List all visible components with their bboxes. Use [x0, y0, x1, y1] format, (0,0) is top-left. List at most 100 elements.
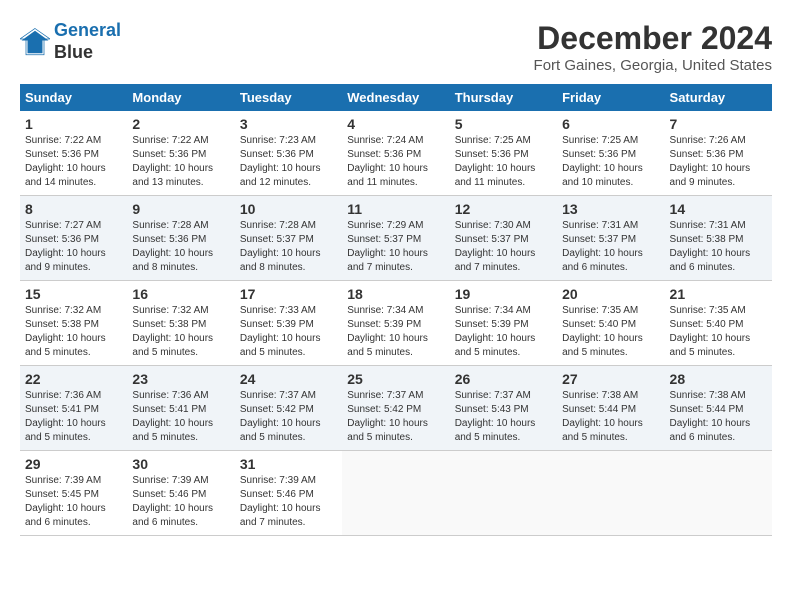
- column-header-wednesday: Wednesday: [342, 84, 449, 111]
- day-number: 18: [347, 286, 444, 302]
- calendar-cell: 29 Sunrise: 7:39 AM Sunset: 5:45 PM Dayli…: [20, 451, 127, 536]
- day-info: Sunrise: 7:36 AM Sunset: 5:41 PM Dayligh…: [25, 389, 122, 445]
- calendar-cell: 8 Sunrise: 7:27 AM Sunset: 5:36 PM Daylig…: [20, 196, 127, 281]
- day-number: 24: [240, 371, 337, 387]
- calendar-cell: 17 Sunrise: 7:33 AM Sunset: 5:39 PM Dayli…: [235, 281, 342, 366]
- day-number: 26: [455, 371, 552, 387]
- day-number: 19: [455, 286, 552, 302]
- calendar-cell: 7Sunrise: 7:26 AM Sunset: 5:36 PM Daylig…: [665, 111, 772, 196]
- day-info: Sunrise: 7:38 AM Sunset: 5:44 PM Dayligh…: [562, 389, 659, 445]
- calendar-cell: 30 Sunrise: 7:39 AM Sunset: 5:46 PM Dayli…: [127, 451, 234, 536]
- day-number: 15: [25, 286, 122, 302]
- logo-line1: General: [54, 20, 121, 40]
- calendar-cell: 23 Sunrise: 7:36 AM Sunset: 5:41 PM Dayli…: [127, 366, 234, 451]
- day-info: Sunrise: 7:31 AM Sunset: 5:38 PM Dayligh…: [670, 219, 767, 275]
- column-header-sunday: Sunday: [20, 84, 127, 111]
- calendar-cell: 2 Sunrise: 7:22 AM Sunset: 5:36 PM Daylig…: [127, 111, 234, 196]
- day-number: 9: [132, 201, 229, 217]
- day-info: Sunrise: 7:25 AM Sunset: 5:36 PM Dayligh…: [562, 134, 659, 190]
- day-info: Sunrise: 7:34 AM Sunset: 5:39 PM Dayligh…: [347, 304, 444, 360]
- main-title: December 2024: [534, 20, 772, 57]
- day-number: 17: [240, 286, 337, 302]
- calendar-cell: 4Sunrise: 7:24 AM Sunset: 5:36 PM Daylig…: [342, 111, 449, 196]
- calendar-cell: 5 Sunrise: 7:25 AM Sunset: 5:36 PM Daylig…: [450, 111, 557, 196]
- day-info: Sunrise: 7:37 AM Sunset: 5:42 PM Dayligh…: [240, 389, 337, 445]
- calendar-week-row: 15 Sunrise: 7:32 AM Sunset: 5:38 PM Dayli…: [20, 281, 772, 366]
- day-info: Sunrise: 7:39 AM Sunset: 5:46 PM Dayligh…: [132, 474, 229, 530]
- calendar-cell: 25 Sunrise: 7:37 AM Sunset: 5:42 PM Dayli…: [342, 366, 449, 451]
- calendar-cell: 6 Sunrise: 7:25 AM Sunset: 5:36 PM Daylig…: [557, 111, 664, 196]
- day-info: Sunrise: 7:28 AM Sunset: 5:36 PM Dayligh…: [132, 219, 229, 275]
- day-info: Sunrise: 7:38 AM Sunset: 5:44 PM Dayligh…: [670, 389, 767, 445]
- day-number: 10: [240, 201, 337, 217]
- day-info: Sunrise: 7:27 AM Sunset: 5:36 PM Dayligh…: [25, 219, 122, 275]
- calendar-cell: 15 Sunrise: 7:32 AM Sunset: 5:38 PM Dayli…: [20, 281, 127, 366]
- calendar-cell: 19 Sunrise: 7:34 AM Sunset: 5:39 PM Dayli…: [450, 281, 557, 366]
- calendar-cell: 11 Sunrise: 7:29 AM Sunset: 5:37 PM Dayli…: [342, 196, 449, 281]
- calendar-cell: [557, 451, 664, 536]
- day-number: 20: [562, 286, 659, 302]
- column-header-friday: Friday: [557, 84, 664, 111]
- day-number: 21: [670, 286, 767, 302]
- calendar-cell: 13 Sunrise: 7:31 AM Sunset: 5:37 PM Dayli…: [557, 196, 664, 281]
- calendar-week-row: 8 Sunrise: 7:27 AM Sunset: 5:36 PM Daylig…: [20, 196, 772, 281]
- column-header-monday: Monday: [127, 84, 234, 111]
- day-number: 23: [132, 371, 229, 387]
- day-number: 3: [240, 116, 337, 132]
- calendar-cell: 20 Sunrise: 7:35 AM Sunset: 5:40 PM Dayli…: [557, 281, 664, 366]
- calendar-cell: 16Sunrise: 7:32 AM Sunset: 5:38 PM Dayli…: [127, 281, 234, 366]
- day-info: Sunrise: 7:32 AM Sunset: 5:38 PM Dayligh…: [25, 304, 122, 360]
- day-number: 28: [670, 371, 767, 387]
- calendar-header-row: SundayMondayTuesdayWednesdayThursdayFrid…: [20, 84, 772, 111]
- day-number: 25: [347, 371, 444, 387]
- calendar-cell: 1 Sunrise: 7:22 AM Sunset: 5:36 PM Daylig…: [20, 111, 127, 196]
- calendar-cell: 3Sunrise: 7:23 AM Sunset: 5:36 PM Daylig…: [235, 111, 342, 196]
- day-number: 16: [132, 286, 229, 302]
- column-header-thursday: Thursday: [450, 84, 557, 111]
- calendar-cell: 27 Sunrise: 7:38 AM Sunset: 5:44 PM Dayli…: [557, 366, 664, 451]
- day-number: 6: [562, 116, 659, 132]
- day-info: Sunrise: 7:30 AM Sunset: 5:37 PM Dayligh…: [455, 219, 552, 275]
- calendar-table: SundayMondayTuesdayWednesdayThursdayFrid…: [20, 84, 772, 536]
- day-number: 27: [562, 371, 659, 387]
- logo-text: General Blue: [54, 20, 121, 63]
- day-info: Sunrise: 7:28 AM Sunset: 5:37 PM Dayligh…: [240, 219, 337, 275]
- day-info: Sunrise: 7:22 AM Sunset: 5:36 PM Dayligh…: [25, 134, 122, 190]
- day-number: 5: [455, 116, 552, 132]
- day-info: Sunrise: 7:36 AM Sunset: 5:41 PM Dayligh…: [132, 389, 229, 445]
- day-info: Sunrise: 7:37 AM Sunset: 5:42 PM Dayligh…: [347, 389, 444, 445]
- day-number: 13: [562, 201, 659, 217]
- calendar-cell: 26 Sunrise: 7:37 AM Sunset: 5:43 PM Dayli…: [450, 366, 557, 451]
- column-header-tuesday: Tuesday: [235, 84, 342, 111]
- calendar-week-row: 22 Sunrise: 7:36 AM Sunset: 5:41 PM Dayli…: [20, 366, 772, 451]
- day-number: 1: [25, 116, 122, 132]
- calendar-cell: 31Sunrise: 7:39 AM Sunset: 5:46 PM Dayli…: [235, 451, 342, 536]
- day-info: Sunrise: 7:34 AM Sunset: 5:39 PM Dayligh…: [455, 304, 552, 360]
- day-number: 12: [455, 201, 552, 217]
- day-number: 30: [132, 456, 229, 472]
- day-info: Sunrise: 7:35 AM Sunset: 5:40 PM Dayligh…: [562, 304, 659, 360]
- day-number: 8: [25, 201, 122, 217]
- day-number: 2: [132, 116, 229, 132]
- day-info: Sunrise: 7:39 AM Sunset: 5:45 PM Dayligh…: [25, 474, 122, 530]
- title-block: December 2024 Fort Gaines, Georgia, Unit…: [534, 20, 772, 74]
- page-header: General Blue December 2024 Fort Gaines, …: [20, 20, 772, 74]
- calendar-week-row: 29 Sunrise: 7:39 AM Sunset: 5:45 PM Dayli…: [20, 451, 772, 536]
- column-header-saturday: Saturday: [665, 84, 772, 111]
- day-info: Sunrise: 7:22 AM Sunset: 5:36 PM Dayligh…: [132, 134, 229, 190]
- day-info: Sunrise: 7:31 AM Sunset: 5:37 PM Dayligh…: [562, 219, 659, 275]
- subtitle: Fort Gaines, Georgia, United States: [534, 57, 772, 74]
- day-info: Sunrise: 7:26 AM Sunset: 5:36 PM Dayligh…: [670, 134, 767, 190]
- day-info: Sunrise: 7:35 AM Sunset: 5:40 PM Dayligh…: [670, 304, 767, 360]
- day-info: Sunrise: 7:37 AM Sunset: 5:43 PM Dayligh…: [455, 389, 552, 445]
- day-info: Sunrise: 7:25 AM Sunset: 5:36 PM Dayligh…: [455, 134, 552, 190]
- day-number: 22: [25, 371, 122, 387]
- calendar-cell: [665, 451, 772, 536]
- calendar-cell: 18 Sunrise: 7:34 AM Sunset: 5:39 PM Dayli…: [342, 281, 449, 366]
- calendar-cell: 28 Sunrise: 7:38 AM Sunset: 5:44 PM Dayli…: [665, 366, 772, 451]
- day-number: 29: [25, 456, 122, 472]
- day-number: 11: [347, 201, 444, 217]
- day-info: Sunrise: 7:33 AM Sunset: 5:39 PM Dayligh…: [240, 304, 337, 360]
- logo-line2: Blue: [54, 42, 121, 64]
- day-info: Sunrise: 7:29 AM Sunset: 5:37 PM Dayligh…: [347, 219, 444, 275]
